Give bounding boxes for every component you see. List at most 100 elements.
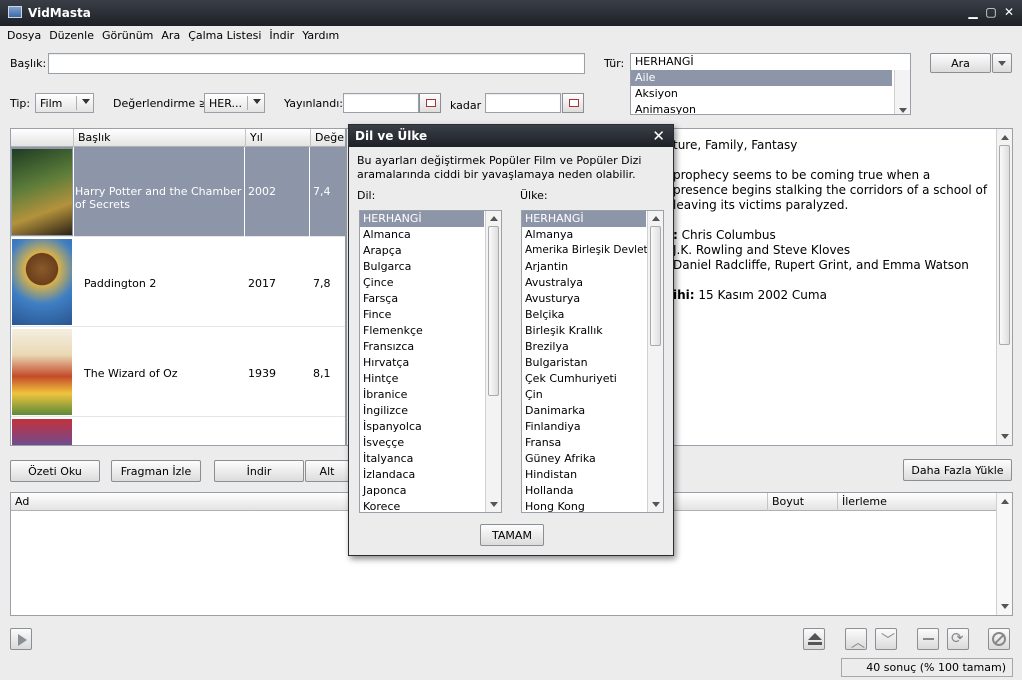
country-item[interactable]: Arjantin	[522, 259, 663, 275]
play-button[interactable]	[10, 628, 32, 650]
country-item[interactable]: Amerika Birleşik Devletleri	[522, 243, 663, 259]
country-item[interactable]: Hollanda	[522, 483, 663, 499]
menu-view[interactable]: Görünüm	[98, 26, 157, 42]
calendar-start-button[interactable]	[419, 93, 441, 113]
scroll-up-icon[interactable]	[1001, 135, 1009, 140]
language-item[interactable]: İtalyanca	[360, 451, 501, 467]
search-button[interactable]: Ara	[930, 53, 991, 73]
move-up-button[interactable]: ︿	[845, 628, 867, 651]
language-item[interactable]: Fransızca	[360, 339, 501, 355]
details-scrollbar[interactable]	[996, 129, 1012, 445]
table-row[interactable]: Harry Potter and the Chamber of Secrets …	[11, 147, 345, 237]
language-item[interactable]: Japonca	[360, 483, 501, 499]
menu-edit[interactable]: Düzenle	[45, 26, 98, 42]
language-item[interactable]: Çince	[360, 275, 501, 291]
language-item[interactable]: Hırvatça	[360, 355, 501, 371]
release-start-input[interactable]	[343, 93, 419, 113]
search-options-button[interactable]	[992, 53, 1012, 73]
title-input[interactable]	[48, 53, 585, 74]
results-table[interactable]: Başlık Yıl Değerle Harry Potter and the …	[10, 128, 346, 446]
menu-download[interactable]: İndir	[265, 26, 298, 42]
country-item[interactable]: Brezilya	[522, 339, 663, 355]
language-item[interactable]: Korece	[360, 499, 501, 512]
language-item[interactable]: Fince	[360, 307, 501, 323]
language-item[interactable]: Arapça	[360, 243, 501, 259]
language-item[interactable]: İsveççe	[360, 435, 501, 451]
genre-item[interactable]: Animasyon	[631, 102, 910, 114]
language-item[interactable]: Hintçe	[360, 371, 501, 387]
menu-search[interactable]: Ara	[157, 26, 184, 42]
year-column-header[interactable]: Yıl	[245, 129, 310, 147]
scroll-down-icon[interactable]	[1001, 604, 1009, 609]
scroll-up-icon[interactable]	[652, 216, 660, 221]
scroll-down-icon[interactable]	[899, 108, 907, 113]
close-icon[interactable]: ✕	[1002, 5, 1016, 19]
country-list[interactable]: HERHANGİ Almanya Amerika Birleşik Devlet…	[521, 210, 664, 513]
language-item[interactable]: Farsça	[360, 291, 501, 307]
calendar-end-button[interactable]	[562, 93, 584, 113]
scroll-thumb[interactable]	[650, 226, 661, 346]
genre-item[interactable]: Aksiyon	[631, 86, 910, 102]
maximize-icon[interactable]: ▢	[984, 5, 998, 19]
scroll-up-icon[interactable]	[490, 216, 498, 221]
download-button[interactable]: İndir	[214, 460, 304, 482]
language-scrollbar[interactable]	[485, 211, 501, 512]
close-icon[interactable]: ✕	[652, 127, 665, 145]
remove-button[interactable]	[917, 628, 939, 650]
language-item[interactable]: İzlandaca	[360, 467, 501, 483]
country-item[interactable]: Güney Afrika	[522, 451, 663, 467]
country-scrollbar[interactable]	[647, 211, 663, 512]
genre-list[interactable]: HERHANGİ Aile Aksiyon Animasyon	[630, 53, 911, 115]
ok-button[interactable]: TAMAM	[480, 524, 544, 546]
language-item[interactable]: HERHANGİ	[360, 211, 484, 227]
stop-button[interactable]	[988, 628, 1010, 650]
open-folder-button[interactable]	[803, 628, 825, 650]
country-item[interactable]: Çin	[522, 387, 663, 403]
menu-file[interactable]: Dosya	[3, 26, 45, 42]
scroll-up-icon[interactable]	[1001, 499, 1009, 504]
scroll-down-icon[interactable]	[652, 502, 660, 507]
language-item[interactable]: İspanyolca	[360, 419, 501, 435]
country-item[interactable]: Hindistan	[522, 467, 663, 483]
language-item[interactable]: İngilizce	[360, 403, 501, 419]
country-item[interactable]: Fransa	[522, 435, 663, 451]
minimize-icon[interactable]: ▁	[966, 5, 980, 19]
poster-column-header[interactable]	[11, 129, 73, 147]
scroll-thumb[interactable]	[999, 145, 1010, 345]
title-column-header[interactable]: Başlık	[73, 129, 245, 147]
country-item[interactable]: Birleşik Krallık	[522, 323, 663, 339]
country-item[interactable]: Avusturya	[522, 291, 663, 307]
downloads-scrollbar[interactable]	[996, 493, 1012, 615]
language-item[interactable]: Bulgarca	[360, 259, 501, 275]
read-summary-button[interactable]: Özeti Oku	[10, 460, 100, 482]
scroll-thumb[interactable]	[488, 226, 499, 396]
language-item[interactable]: Flemenkçe	[360, 323, 501, 339]
menu-help[interactable]: Yardım	[298, 26, 343, 42]
country-item[interactable]: Avustralya	[522, 275, 663, 291]
country-item[interactable]: Belçika	[522, 307, 663, 323]
table-row[interactable]: Paddington 2 2017 7,8	[11, 237, 345, 327]
genre-item[interactable]: Aile	[631, 70, 892, 86]
country-item[interactable]: Çek Cumhuriyeti	[522, 371, 663, 387]
rating-select[interactable]: HER...	[204, 93, 265, 113]
size-column-header[interactable]: Boyut	[767, 493, 837, 511]
genre-header[interactable]: HERHANGİ	[631, 54, 910, 70]
table-row[interactable]	[11, 417, 345, 445]
scroll-down-icon[interactable]	[1001, 434, 1009, 439]
refresh-button[interactable]: ⟳	[947, 628, 969, 650]
country-item[interactable]: Bulgaristan	[522, 355, 663, 371]
language-item[interactable]: İbranice	[360, 387, 501, 403]
release-end-input[interactable]	[485, 93, 561, 113]
watch-trailer-button[interactable]: Fragman İzle	[111, 460, 201, 482]
table-row[interactable]: The Wizard of Oz 1939 8,1	[11, 327, 345, 417]
country-item[interactable]: Finlandiya	[522, 419, 663, 435]
progress-column-header[interactable]: İlerleme	[837, 493, 997, 511]
scroll-down-icon[interactable]	[490, 502, 498, 507]
language-item[interactable]: Almanca	[360, 227, 501, 243]
country-item[interactable]: HERHANGİ	[522, 211, 646, 227]
genre-scrollbar[interactable]	[894, 70, 910, 114]
menu-playlist[interactable]: Çalma Listesi	[184, 26, 265, 42]
country-item[interactable]: Almanya	[522, 227, 663, 243]
type-select[interactable]: Film	[35, 93, 94, 113]
subtitle-button[interactable]: Alt	[305, 460, 349, 482]
